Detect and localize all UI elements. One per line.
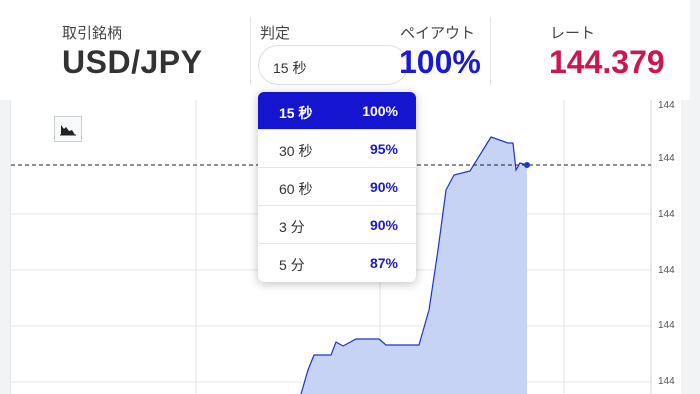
- judge-label: 判定: [260, 25, 291, 42]
- judge-option-payout: 87%: [369, 255, 398, 271]
- divider: [490, 17, 491, 85]
- price-axis-label: 144: [658, 320, 675, 331]
- chart-type-button[interactable]: [54, 116, 82, 142]
- pair-label: 取引銘柄: [62, 25, 123, 42]
- rate-value: 144.379: [549, 44, 665, 80]
- judge-option-payout: 95%: [369, 141, 398, 157]
- judge-option-time: 60 秒: [279, 181, 313, 197]
- judge-option[interactable]: 60 秒 90%: [258, 168, 416, 206]
- trade-header: 取引銘柄 USD/JPY 判定 15 秒 ペイアウト 100% レート 144.…: [0, 0, 690, 100]
- price-axis-label: 144: [658, 376, 675, 387]
- judge-option-time: 5 分: [279, 257, 305, 273]
- payout-label: ペイアウト: [400, 25, 476, 42]
- judge-option[interactable]: 3 分 90%: [258, 206, 416, 244]
- judge-option-time: 3 分: [279, 219, 305, 235]
- judge-option[interactable]: 15 秒 100%: [258, 92, 416, 130]
- pair-value[interactable]: USD/JPY: [62, 44, 202, 81]
- judge-option-time: 15 秒: [279, 105, 313, 121]
- divider: [250, 17, 251, 85]
- judge-option-payout: 90%: [369, 179, 398, 195]
- judge-option[interactable]: 30 秒 95%: [258, 130, 416, 168]
- judge-option[interactable]: 5 分 87%: [258, 244, 416, 282]
- rate-label: レート: [550, 25, 596, 42]
- judge-time-dropdown: 15 秒 100% 30 秒 95% 60 秒 90% 3 分 90% 5 分 …: [258, 92, 416, 282]
- judge-selected-value: 15 秒: [273, 60, 307, 76]
- price-axis-label: 144: [658, 209, 675, 220]
- price-axis-label: 144: [658, 100, 675, 111]
- judge-option-payout: 90%: [369, 217, 398, 233]
- judge-time-select[interactable]: 15 秒: [258, 45, 408, 85]
- current-rate-dot: [524, 162, 530, 168]
- price-axis-label: 144: [658, 153, 675, 164]
- judge-option-payout: 100%: [362, 103, 398, 119]
- payout-value: 100%: [399, 44, 481, 80]
- area-chart-icon: [60, 125, 76, 136]
- judge-option-time: 30 秒: [279, 143, 313, 159]
- price-axis-label: 144: [658, 265, 675, 276]
